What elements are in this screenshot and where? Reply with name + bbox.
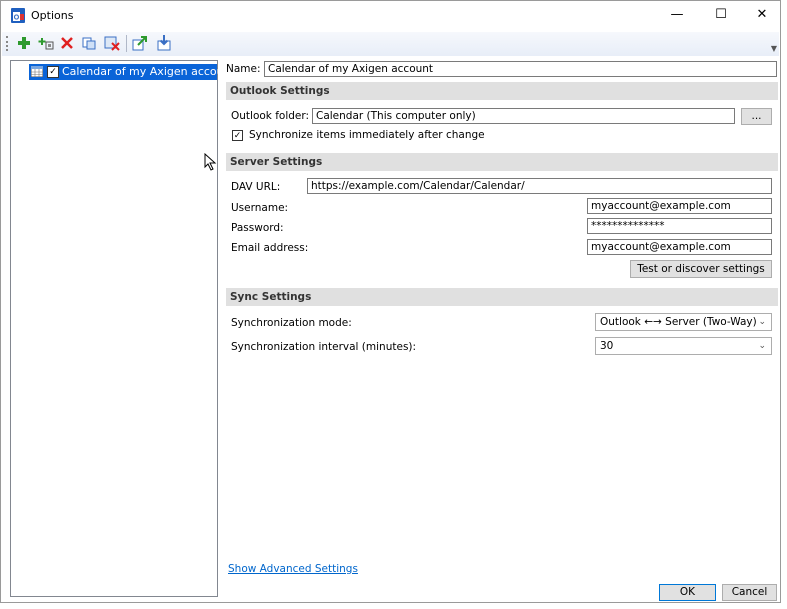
toolbar-overflow-icon[interactable]: ▼ [771,44,777,53]
server-settings-header: Server Settings [226,153,778,171]
password-label: Password: [231,222,284,234]
maximize-button[interactable]: ☐ [699,1,743,31]
minimize-button[interactable]: — [655,1,699,31]
copy-icon[interactable] [81,35,97,51]
tree-item-calendar[interactable]: ✓ Calendar of my Axigen account [29,64,235,80]
outlook-folder-label: Outlook folder: [231,110,310,122]
browse-folder-button[interactable]: ... [741,108,772,125]
window-title: Options [31,9,74,22]
name-label: Name: [226,63,261,75]
username-field[interactable]: myaccount@example.com [587,198,772,214]
sync-mode-select[interactable]: Outlook ←→ Server (Two-Way) ⌄ [595,313,772,331]
toolbar-grip[interactable] [6,36,10,51]
test-settings-button[interactable]: Test or discover settings [630,260,772,278]
sync-mode-label: Synchronization mode: [231,317,352,329]
password-field[interactable]: ************** [587,218,772,234]
svg-text:O: O [14,15,20,22]
title-bar[interactable]: O Options — ☐ ✕ [1,1,780,31]
toolbar-separator [126,35,127,52]
sync-immediately-checkbox[interactable]: ✓ [232,130,243,141]
import-icon[interactable] [156,35,172,51]
close-button[interactable]: ✕ [740,1,784,31]
sync-interval-select[interactable]: 30 ⌄ [595,337,772,355]
email-label: Email address: [231,242,309,254]
add-icon[interactable] [16,35,32,51]
show-advanced-settings-link[interactable]: Show Advanced Settings [228,563,358,575]
delete-icon[interactable] [59,35,75,51]
sync-mode-value: Outlook ←→ Server (Two-Way) [600,316,757,328]
outlook-folder-field[interactable]: Calendar (This computer only) [312,108,735,124]
sync-immediately-label: Synchronize items immediately after chan… [249,129,485,141]
calendar-icon [31,66,43,77]
ok-button[interactable]: OK [659,584,716,601]
username-label: Username: [231,202,289,214]
toolbar: ▼ [2,32,779,56]
chevron-down-icon: ⌄ [758,317,766,327]
cancel-button[interactable]: Cancel [722,584,777,601]
chevron-down-icon: ⌄ [758,341,766,351]
sync-interval-value: 30 [600,340,614,352]
tree-item-label: Calendar of my Axigen account [62,65,235,78]
profile-tree[interactable]: ✓ Calendar of my Axigen account [10,60,235,597]
mouse-cursor-icon [204,153,217,171]
name-field[interactable]: Calendar of my Axigen account [264,61,777,77]
outlook-settings-header: Outlook Settings [226,82,778,100]
options-dialog: O Options — ☐ ✕ ▼ ✓ Calendar of my Axige… [0,0,781,603]
add-multiple-icon[interactable] [38,35,54,51]
email-field[interactable]: myaccount@example.com [587,239,772,255]
app-icon: O [11,8,25,23]
dav-url-field[interactable]: https://example.com/Calendar/Calendar/ [307,178,772,194]
clear-cache-icon[interactable] [104,35,120,51]
tree-item-checkbox[interactable]: ✓ [47,66,59,78]
sync-settings-header: Sync Settings [226,288,778,306]
export-icon[interactable] [132,35,148,51]
sync-interval-label: Synchronization interval (minutes): [231,341,417,353]
dav-url-label: DAV URL: [231,181,281,193]
